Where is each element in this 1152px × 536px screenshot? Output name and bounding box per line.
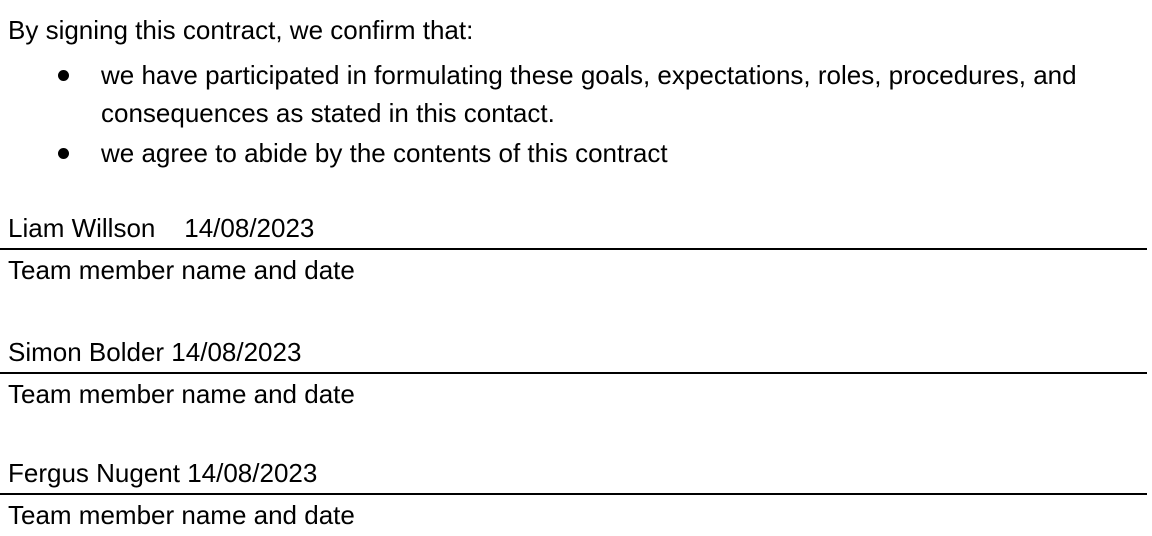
list-item-text: we agree to abide by the contents of thi… bbox=[101, 138, 668, 168]
signature-block: Fergus Nugent 14/08/2023 Team member nam… bbox=[0, 457, 1152, 531]
list-item: we have participated in formulating thes… bbox=[0, 56, 1152, 132]
list-item-text: we have participated in formulating thes… bbox=[101, 60, 1077, 128]
signature-name-date: Liam Willson 14/08/2023 bbox=[0, 212, 1147, 250]
signature-name-date: Simon Bolder 14/08/2023 bbox=[0, 336, 1147, 374]
bullet-icon bbox=[58, 70, 69, 81]
confirmation-intro: By signing this contract, we confirm tha… bbox=[8, 15, 474, 45]
signature-caption: Team member name and date bbox=[8, 500, 355, 530]
signature-block: Simon Bolder 14/08/2023 Team member name… bbox=[0, 336, 1152, 410]
signature-caption: Team member name and date bbox=[8, 379, 355, 409]
list-item: we agree to abide by the contents of thi… bbox=[0, 134, 1152, 172]
signature-caption: Team member name and date bbox=[8, 255, 355, 285]
bullet-icon bbox=[58, 148, 69, 159]
signature-name-date: Fergus Nugent 14/08/2023 bbox=[0, 457, 1147, 495]
contract-signature-section: By signing this contract, we confirm tha… bbox=[0, 0, 1152, 536]
confirmation-list: we have participated in formulating thes… bbox=[0, 56, 1152, 174]
signature-block: Liam Willson 14/08/2023 Team member name… bbox=[0, 212, 1152, 286]
